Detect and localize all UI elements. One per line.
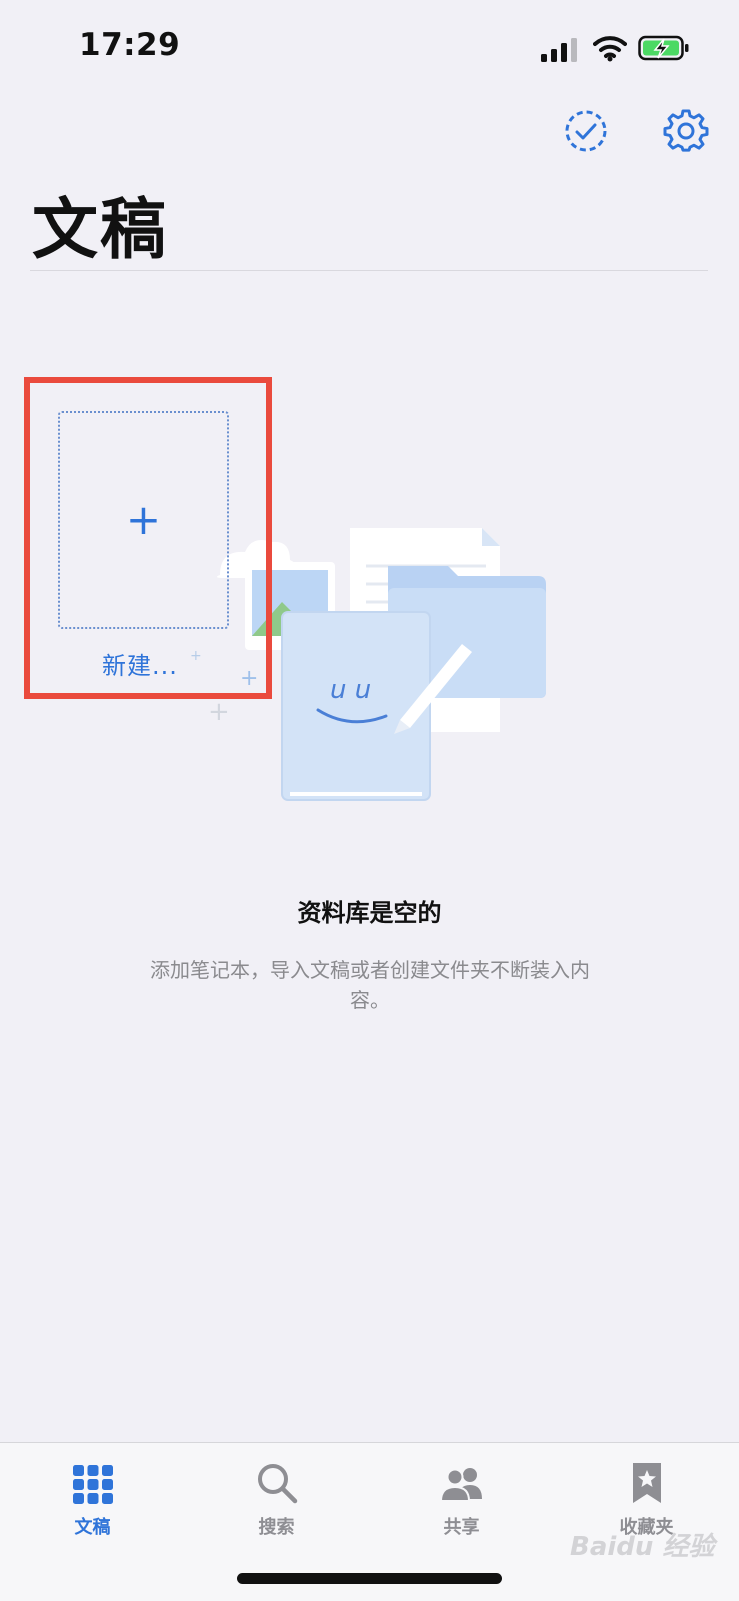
empty-state-description: 添加笔记本，导入文稿或者创建文件夹不断装入内容。	[150, 958, 590, 1012]
watermark: Baidu 经验	[570, 1532, 715, 1562]
grid-icon	[73, 1465, 113, 1504]
battery-charging-icon	[638, 35, 689, 61]
select-checkmark-icon[interactable]	[563, 108, 609, 154]
title-divider	[30, 270, 708, 271]
settings-gear-icon[interactable]	[663, 108, 709, 154]
people-icon	[440, 1468, 482, 1502]
bookmark-star-icon	[633, 1463, 661, 1503]
new-document-card[interactable]: +	[58, 411, 229, 629]
tab-shared-label: 共享	[443, 1517, 480, 1538]
cellular-signal-icon	[541, 38, 577, 62]
tab-search[interactable]: 搜索	[184, 1443, 369, 1543]
tab-documents[interactable]: 文稿	[0, 1443, 185, 1543]
status-time: 17:29	[79, 27, 181, 63]
svg-text:u u: u u	[330, 675, 371, 705]
empty-state-title: 资料库是空的	[297, 899, 442, 927]
tab-search-label: 搜索	[258, 1517, 295, 1538]
home-indicator[interactable]	[237, 1573, 502, 1584]
plus-icon: +	[125, 495, 162, 544]
status-bar: 17:29	[0, 0, 739, 100]
new-document-label[interactable]: 新建...	[102, 646, 178, 681]
search-icon	[258, 1464, 298, 1504]
tab-shared[interactable]: 共享	[369, 1443, 554, 1543]
wifi-icon	[593, 36, 627, 62]
page-title: 文稿	[32, 191, 168, 268]
tab-documents-label: 文稿	[74, 1517, 111, 1538]
svg-text:+: +	[208, 697, 230, 727]
